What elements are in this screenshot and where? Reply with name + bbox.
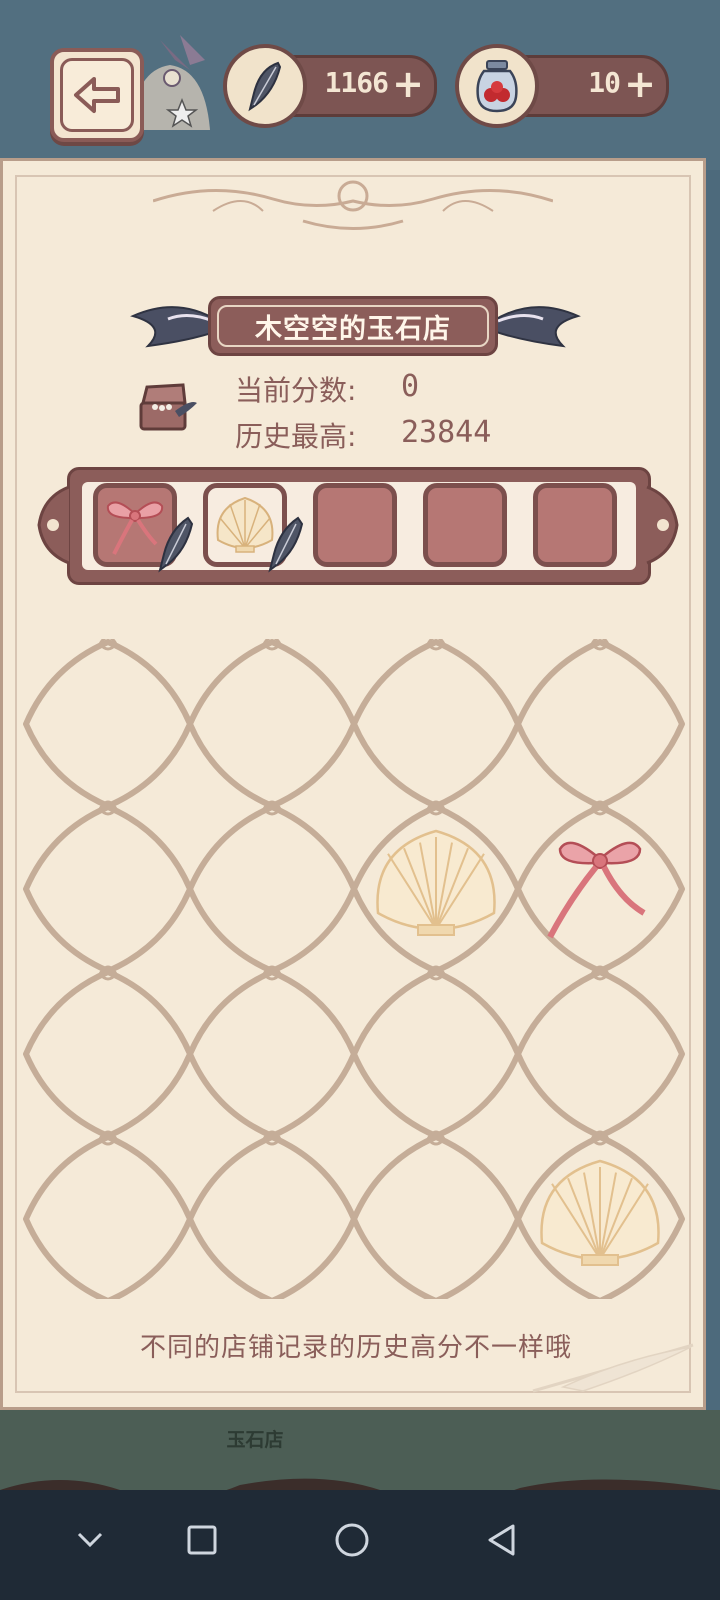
back-button-inner xyxy=(60,58,134,132)
feather-badge-icon xyxy=(158,516,194,573)
ribbon-icon[interactable] xyxy=(547,841,646,939)
lattice-cell[interactable] xyxy=(187,639,357,809)
feather-badge-icon xyxy=(268,516,304,573)
nav-recents-button[interactable] xyxy=(172,1510,232,1570)
lattice-board xyxy=(23,639,685,1299)
item-slot-2[interactable] xyxy=(203,483,304,573)
lattice-cell[interactable] xyxy=(187,969,357,1139)
slot-bar-right-ornament-icon xyxy=(646,485,679,565)
shop-panel: 木空空的玉石店 当前分数: 0 历史最高: 23844 不同的店铺记录的历史高分… xyxy=(0,158,706,1410)
nav-back-button[interactable] xyxy=(472,1510,532,1570)
shell-icon[interactable] xyxy=(540,1159,660,1266)
lattice-cell[interactable] xyxy=(515,639,685,809)
berry-icon-circle xyxy=(455,44,539,128)
feather-add-button[interactable]: + xyxy=(392,64,424,104)
shell-icon[interactable] xyxy=(376,829,496,936)
berry-jar-icon xyxy=(476,60,518,113)
lattice-cell[interactable] xyxy=(23,804,193,974)
lattice-cell[interactable] xyxy=(23,639,193,809)
feather-icon-circle xyxy=(223,44,307,128)
berry-count: 10 xyxy=(588,66,621,99)
triangle-back-icon xyxy=(488,1524,515,1556)
current-score-value: 0 xyxy=(401,369,420,404)
nav-down-button[interactable] xyxy=(60,1510,120,1570)
item-slot-1[interactable] xyxy=(93,483,194,573)
chevron-down-icon xyxy=(77,1532,103,1548)
feather-counter: 1166 + xyxy=(223,44,437,128)
lattice-cell[interactable] xyxy=(351,969,521,1139)
lattice-cell[interactable] xyxy=(23,1134,193,1299)
circle-icon xyxy=(335,1523,369,1557)
feather-icon xyxy=(248,61,282,112)
lattice-cell[interactable] xyxy=(23,969,193,1139)
high-score-value: 23844 xyxy=(401,415,492,450)
right-wing-ornament-icon xyxy=(493,306,581,348)
current-score-label: 当前分数: xyxy=(235,374,357,407)
shop-title-banner: 木空空的玉石店 xyxy=(208,296,498,356)
berry-add-button[interactable]: + xyxy=(624,64,656,104)
lattice-cell[interactable] xyxy=(351,1134,521,1299)
item-slot-5[interactable] xyxy=(533,483,617,567)
lattice-cell[interactable] xyxy=(187,1134,357,1299)
slot-bar-left-ornament-icon xyxy=(37,485,70,565)
lattice-cell[interactable] xyxy=(515,804,685,974)
lattice-cell[interactable] xyxy=(515,969,685,1139)
square-icon xyxy=(187,1525,217,1555)
feather-quill-decoration-icon xyxy=(532,1343,694,1393)
nav-home-button[interactable] xyxy=(322,1510,382,1570)
lattice-cell[interactable] xyxy=(187,804,357,974)
berry-counter: 10 + xyxy=(455,44,669,128)
high-score-label: 历史最高: xyxy=(235,420,357,453)
arrow-left-icon xyxy=(74,77,120,113)
left-wing-ornament-icon xyxy=(130,306,218,348)
shop-sign: 玉石店 xyxy=(226,1429,284,1451)
back-button[interactable] xyxy=(50,48,144,142)
feather-count: 1166 xyxy=(324,66,389,99)
shop-title: 木空空的玉石店 xyxy=(255,313,451,345)
lattice-cell[interactable] xyxy=(351,639,521,809)
item-slot-3[interactable] xyxy=(313,483,397,567)
jewelry-box-icon xyxy=(139,383,197,431)
item-slot-4[interactable] xyxy=(423,483,507,567)
top-ornament-icon xyxy=(153,180,553,230)
